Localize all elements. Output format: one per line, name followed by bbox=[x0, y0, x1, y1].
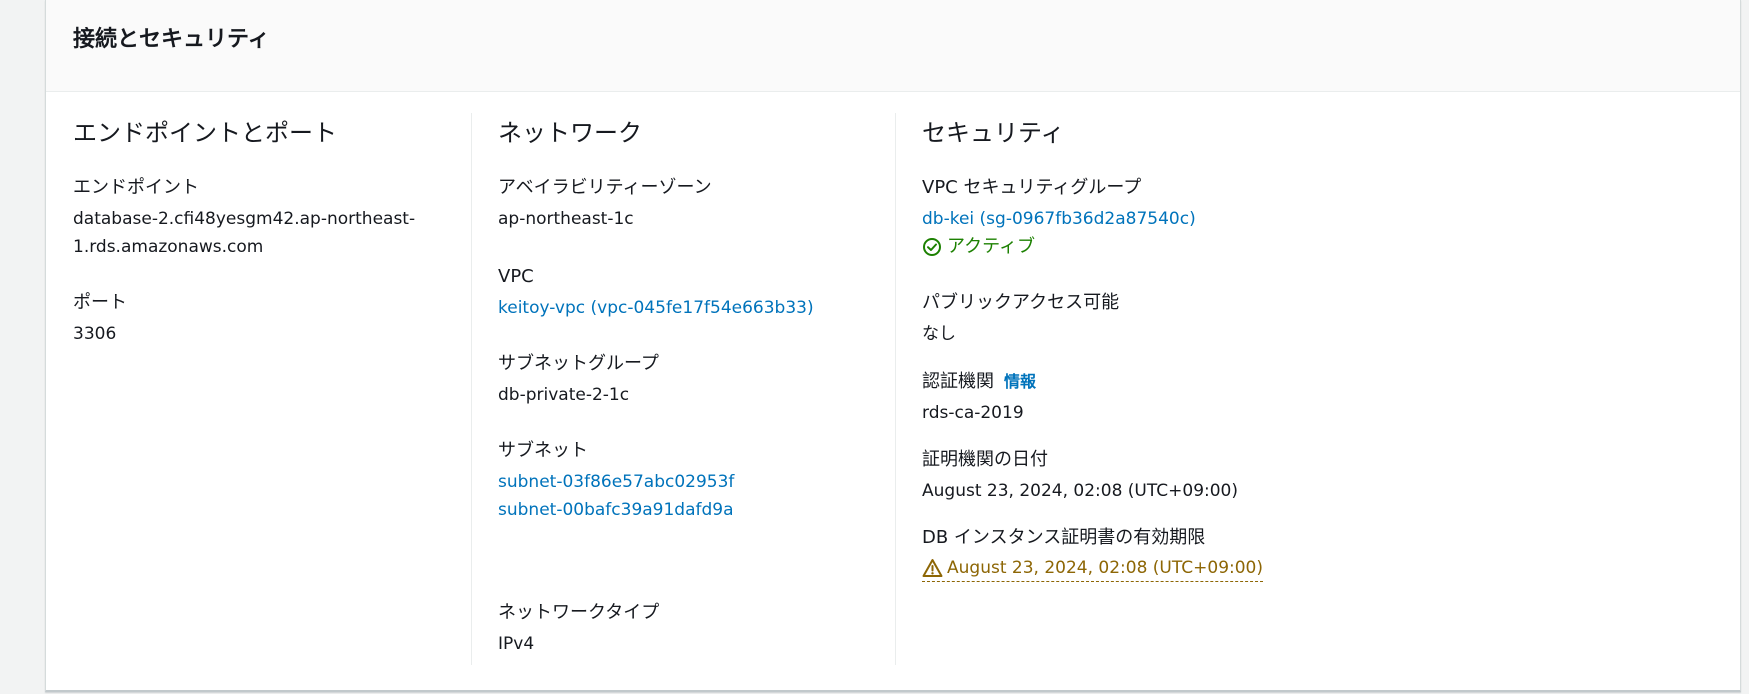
ca-info-link[interactable]: 情報 bbox=[1004, 372, 1036, 391]
cert-expiry-label: DB インスタンス証明書の有効期限 bbox=[922, 527, 1206, 548]
ca-date-value: August 23, 2024, 02:08 (UTC+09:00) bbox=[922, 481, 1239, 501]
connectivity-security-panel: 接続とセキュリティ エンドポイントとポート エンドポイント database-2… bbox=[45, 0, 1741, 692]
public-access-value: なし bbox=[922, 324, 956, 344]
check-circle-icon bbox=[923, 238, 941, 256]
vpc-sg-status-text: アクティブ bbox=[947, 236, 1036, 257]
subnets-label: サブネット bbox=[498, 440, 588, 461]
vpc-field: VPC keitoy-vpc (vpc-045fe17f54e663b33) bbox=[498, 264, 814, 322]
public-access-field: パブリックアクセス可能 なし bbox=[922, 290, 1119, 348]
network-heading: ネットワーク bbox=[498, 119, 642, 147]
network-column: ネットワーク アベイラビリティーゾーン ap-northeast-1c VPC … bbox=[471, 113, 895, 665]
cert-expiry-value: August 23, 2024, 02:08 (UTC+09:00) bbox=[947, 558, 1264, 578]
az-value: ap-northeast-1c bbox=[498, 209, 634, 229]
vpc-link[interactable]: keitoy-vpc (vpc-045fe17f54e663b33) bbox=[498, 294, 814, 322]
ca-date-field: 証明機関の日付 August 23, 2024, 02:08 (UTC+09:0… bbox=[922, 447, 1238, 505]
endpoint-value-line1: database-2.cfi48yesgm42.ap-northeast- bbox=[73, 209, 416, 229]
security-heading: セキュリティ bbox=[922, 119, 1065, 147]
subnet-link-2[interactable]: subnet-00bafc39a91dafd9a bbox=[498, 496, 734, 524]
endpoint-field: エンドポイント database-2.cfi48yesgm42.ap-north… bbox=[73, 175, 415, 261]
subnets-field: サブネット subnet-03f86e57abc02953f subnet-00… bbox=[498, 438, 734, 524]
warning-triangle-icon bbox=[922, 559, 943, 577]
az-label: アベイラビリティーゾーン bbox=[498, 177, 712, 198]
az-field: アベイラビリティーゾーン ap-northeast-1c bbox=[498, 175, 712, 233]
endpoint-value-line2: 1.rds.amazonaws.com bbox=[73, 237, 264, 257]
port-label: ポート bbox=[73, 292, 127, 313]
ca-value: rds-ca-2019 bbox=[922, 403, 1024, 423]
subnet-group-label: サブネットグループ bbox=[498, 353, 659, 374]
vpc-security-group-field: VPC セキュリティグループ db-kei (sg-0967fb36d2a875… bbox=[922, 175, 1196, 261]
vpc-label: VPC bbox=[498, 266, 534, 287]
cert-expiry-field: DB インスタンス証明書の有効期限 August 23, 2024, 02:08… bbox=[922, 525, 1264, 582]
endpoint-label: エンドポイント bbox=[73, 177, 199, 198]
endpoint-port-heading: エンドポイントとポート bbox=[73, 119, 337, 147]
ca-field: 認証機関 情報 rds-ca-2019 bbox=[922, 369, 1036, 427]
network-type-label: ネットワークタイプ bbox=[498, 602, 660, 623]
ca-label: 認証機関 bbox=[922, 371, 994, 392]
vpc-sg-label: VPC セキュリティグループ bbox=[922, 177, 1142, 198]
vpc-sg-link[interactable]: db-kei (sg-0967fb36d2a87540c) bbox=[922, 205, 1196, 233]
endpoint-port-column: エンドポイントとポート エンドポイント database-2.cfi48yesg… bbox=[46, 113, 471, 665]
port-value: 3306 bbox=[73, 324, 117, 344]
cert-expiry-warning[interactable]: August 23, 2024, 02:08 (UTC+09:00) bbox=[922, 555, 1264, 582]
subnet-link-1[interactable]: subnet-03f86e57abc02953f bbox=[498, 468, 734, 496]
network-type-field: ネットワークタイプ IPv4 bbox=[498, 600, 659, 658]
ca-date-label: 証明機関の日付 bbox=[922, 449, 1048, 470]
public-access-label: パブリックアクセス可能 bbox=[922, 292, 1120, 313]
subnet-group-value: db-private-2-1c bbox=[498, 385, 630, 405]
ca-label-row: 認証機関 情報 bbox=[922, 369, 1036, 395]
columns-container: エンドポイントとポート エンドポイント database-2.cfi48yesg… bbox=[46, 113, 1740, 665]
port-field: ポート 3306 bbox=[73, 290, 127, 348]
vpc-sg-status: アクティブ bbox=[922, 233, 1196, 261]
network-type-value: IPv4 bbox=[498, 634, 535, 654]
subnet-group-field: サブネットグループ db-private-2-1c bbox=[498, 351, 659, 409]
panel-title: 接続とセキュリティ bbox=[73, 27, 270, 52]
panel-header: 接続とセキュリティ bbox=[46, 0, 1740, 92]
security-column: セキュリティ VPC セキュリティグループ db-kei (sg-0967fb3… bbox=[895, 113, 1415, 665]
